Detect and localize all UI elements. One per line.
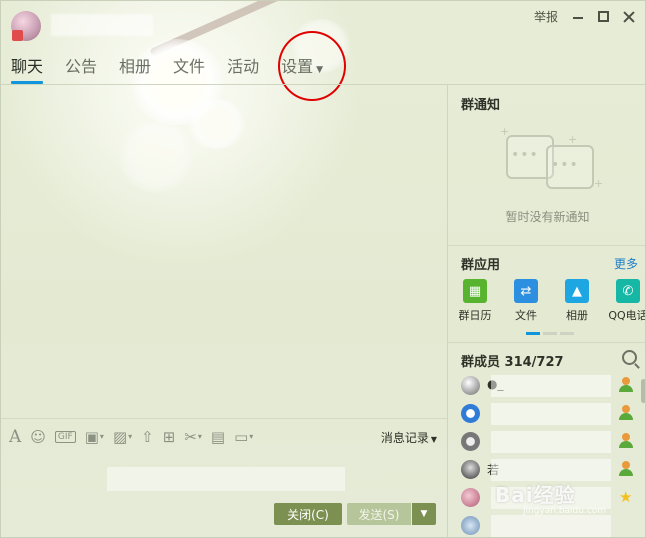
close-button[interactable]: 关闭(C) — [274, 503, 342, 525]
avatar — [461, 488, 480, 507]
chat-message-area[interactable] — [1, 85, 447, 417]
minimize-icon[interactable] — [572, 11, 584, 23]
member-row[interactable] — [461, 402, 645, 426]
present-icon[interactable]: ⊞ — [163, 428, 176, 446]
member-name-redacted — [491, 459, 611, 481]
avatar — [461, 460, 480, 479]
qq-group-chat-window: 举报 聊天 公告 相册 文件 活动 设置 ▼ A ☺ GIF ▣ ▾ ▨ ▾ ⇧ ⊞ … — [0, 0, 646, 538]
app-album[interactable]: ▲ 相册 — [556, 279, 598, 323]
message-record-button[interactable]: 消息记录 ▼ — [381, 429, 437, 446]
chevron-down-icon: ▼ — [420, 509, 428, 519]
file-transfer-icon: ⇄ — [514, 279, 538, 303]
watermark: Bai经验 jingyan.baidu.com — [495, 483, 607, 516]
member-role-icon — [619, 405, 633, 421]
image-icon[interactable]: ▨ ▾ — [113, 428, 132, 446]
avatar — [461, 432, 480, 451]
group-apps-title: 群应用 — [461, 258, 501, 273]
input-redacted — [107, 467, 345, 491]
tab-chat[interactable]: 聊天 — [11, 53, 44, 84]
notice-empty-text: 暂时没有新通知 — [505, 210, 590, 224]
member-role-icon — [619, 377, 633, 393]
member-name-redacted — [491, 375, 611, 397]
more-apps-link[interactable]: 更多 — [614, 255, 638, 272]
member-row[interactable]: ●_ — [461, 374, 645, 398]
window-controls: 举报 — [534, 8, 635, 25]
app-qq-phone[interactable]: ✆ QQ电话 — [607, 279, 645, 323]
member-role-icon — [619, 461, 633, 477]
scissors-icon[interactable]: ✂ ▾ — [184, 428, 202, 446]
avatar — [461, 516, 480, 535]
tab-album[interactable]: 相册 — [119, 53, 151, 84]
member-role-icon — [619, 433, 633, 449]
group-tabs: 聊天 公告 相册 文件 活动 设置 ▼ — [11, 53, 323, 84]
close-window-icon[interactable] — [623, 11, 635, 23]
group-notice-title: 群通知 — [461, 98, 501, 113]
send-options-button[interactable]: ▼ — [412, 503, 436, 525]
member-name-redacted — [491, 431, 611, 453]
tab-activity[interactable]: 活动 — [227, 53, 259, 84]
owner-star-icon: ★ — [619, 488, 633, 506]
send-button[interactable]: 发送(S) — [347, 503, 411, 525]
notebook-icon[interactable]: ▤ — [211, 428, 225, 446]
member-row[interactable] — [461, 514, 645, 537]
photo-album-icon: ▲ — [565, 279, 589, 303]
members-title: 群成员 314/727 — [461, 355, 564, 370]
group-apps-section: 群应用 更多 ▦ 群日历 ⇄ 文件 ▲ 相册 ✆ QQ电话 — [448, 246, 645, 343]
calendar-icon: ▦ — [463, 279, 487, 303]
tab-announcement[interactable]: 公告 — [65, 53, 97, 84]
upload-icon[interactable]: ⇧ — [141, 428, 154, 446]
more-chat-icon[interactable]: ▭ ▾ — [234, 428, 253, 446]
avatar — [461, 404, 480, 423]
phone-icon: ✆ — [616, 279, 640, 303]
chevron-down-icon: ▼ — [430, 435, 437, 444]
tab-files[interactable]: 文件 — [173, 53, 205, 84]
app-files[interactable]: ⇄ 文件 — [505, 279, 547, 323]
member-name-redacted — [491, 403, 611, 425]
gift-icon[interactable]: ▣ ▾ — [85, 428, 104, 446]
message-input[interactable] — [1, 455, 447, 537]
member-row[interactable] — [461, 430, 645, 454]
group-name-redacted — [51, 14, 153, 36]
app-group-calendar[interactable]: ▦ 群日历 — [454, 279, 496, 323]
font-icon[interactable]: A — [9, 427, 21, 447]
apps-pager[interactable] — [526, 332, 574, 335]
gif-icon[interactable]: GIF — [54, 430, 76, 443]
report-link[interactable]: 举报 — [534, 8, 558, 25]
search-icon[interactable] — [622, 350, 637, 365]
member-name-redacted — [491, 515, 611, 537]
members-scrollbar[interactable] — [641, 379, 645, 403]
maximize-icon[interactable] — [598, 11, 609, 22]
input-toolbar: A ☺ GIF ▣ ▾ ▨ ▾ ⇧ ⊞ ✂ ▾ ▤ ▭ ▾ 消息记录 ▼ — [1, 418, 447, 454]
group-badge-icon — [12, 30, 23, 41]
avatar — [461, 376, 480, 395]
app-list: ▦ 群日历 ⇄ 文件 ▲ 相册 ✆ QQ电话 — [454, 279, 645, 323]
group-notice-section: 群通知 ••• ••• + + + 暂时没有新通知 — [448, 85, 645, 246]
emoji-icon[interactable]: ☺ — [30, 428, 46, 446]
